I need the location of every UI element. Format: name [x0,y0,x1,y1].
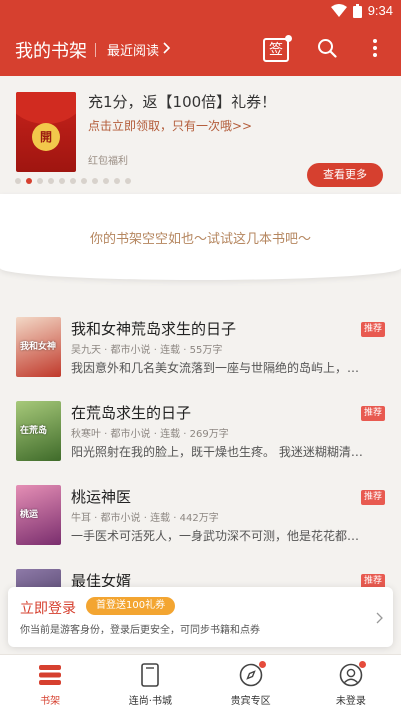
notification-dot [358,661,366,668]
nav-label: 未登录 [335,696,366,707]
chevron-right-icon [376,609,383,628]
search-icon [317,38,337,62]
login-description: 你当前是游客身份，登录后更安全，可同步书籍和点券 [20,625,260,636]
carousel-dot [103,178,109,184]
bookshelf-icon [37,662,63,688]
nav-bookshelf[interactable]: 书架 [0,655,100,710]
nav-bookstore[interactable]: 连尚·书城 [100,655,200,710]
more-menu-button[interactable] [361,36,389,64]
notification-dot [258,661,266,668]
book-description: 一手医术可活死人，一身武功深不可测，他是花花都… [71,529,360,543]
bottom-navigation: 书架 连尚·书城 贵宾专区 未登录 [0,654,401,710]
page-title: 我的书架 [15,41,87,62]
book-cover: 桃运 [16,485,61,545]
bookstore-icon [137,662,163,688]
app-bar: 我的书架 最近阅读 签 [0,24,401,76]
empty-shelf-message: 你的书架空空如也～试试这几本书吧～ [89,232,311,247]
book-cover: 我和女神 [16,317,61,377]
banner-tag: 红包福利 [88,156,128,167]
carousel-dot [70,178,76,184]
carousel-dot [15,178,21,184]
carousel-dot [114,178,120,184]
checkin-label: 签 [269,42,283,58]
carousel-dot [37,178,43,184]
book-item[interactable]: 在荒岛 在荒岛求生的日子 秋寒叶 · 都市小说 · 连载 · 269万字 阳光照… [0,401,401,483]
recommend-badge: 推荐 [361,490,385,505]
status-time: 9:34 [367,3,393,18]
recommend-badge: 推荐 [361,322,385,337]
envelope-seal: 開 [32,123,60,151]
cover-title: 桃运 [20,510,39,520]
carousel-dot [48,178,54,184]
notification-dot [285,35,292,42]
book-cover: 在荒岛 [16,401,61,461]
login-prompt[interactable]: 立即登录 首登送100礼券 你当前是游客身份，登录后更安全，可同步书籍和点券 [8,587,393,647]
book-description: 我因意外和几名美女流落到一座与世隔绝的岛屿上，… [71,361,360,375]
recent-read-label: 最近阅读 [107,44,160,59]
book-title: 在荒岛求生的日子 [71,404,192,422]
carousel-dot [92,178,98,184]
carousel-dot [59,178,65,184]
carousel-dot [81,178,87,184]
empty-shelf-card: 你的书架空空如也～试试这几本书吧～ [0,194,401,280]
book-meta: 吴九天 · 都市小说 · 连载 · 55万字 [71,345,223,356]
login-title: 立即登录 [20,601,76,617]
recent-read-link[interactable]: 最近阅读 [107,40,171,59]
book-meta: 秋寒叶 · 都市小说 · 连载 · 269万字 [71,429,229,440]
banner-subtitle[interactable]: 点击立即领取，只有一次哦>> [88,117,252,134]
book-description: 阳光照射在我的脸上，既干燥也生疼。 我迷迷糊糊清… [71,445,363,459]
book-title: 桃运神医 [71,488,132,506]
status-right: 9:34 [330,3,393,18]
battery-icon [352,3,362,18]
carousel-dot [26,178,32,184]
search-button[interactable] [313,36,341,64]
nav-label: 书架 [40,696,61,707]
carousel-indicator [15,178,131,184]
cover-title: 我和女神 [20,342,57,352]
red-envelope-image: 開 [16,92,76,172]
more-vert-icon [372,38,378,62]
nav-profile[interactable]: 未登录 [301,655,401,710]
user-icon [338,661,366,688]
book-item[interactable]: 桃运 桃运神医 牛耳 · 都市小说 · 连载 · 442万字 一手医术可活死人，… [0,485,401,567]
envelope-flap [16,92,76,124]
nav-label: 贵宾专区 [230,696,271,707]
carousel-dot [125,178,131,184]
see-more-button[interactable]: 查看更多 [307,163,383,187]
wifi-icon [330,4,347,17]
checkin-icon: 签 [263,35,292,62]
book-meta: 牛耳 · 都市小说 · 连载 · 442万字 [71,513,219,524]
book-title: 我和女神荒岛求生的日子 [71,320,237,338]
title-divider [95,43,96,57]
status-bar: 9:34 [0,0,401,24]
nav-vip-zone[interactable]: 贵宾专区 [201,655,301,710]
checkin-button[interactable]: 签 [262,35,292,64]
promo-banner[interactable]: 開 充1分，返【100倍】礼券！ 点击立即领取，只有一次哦>> 红包福利 查看更… [0,76,401,194]
compass-icon [238,661,266,688]
cover-title: 在荒岛 [20,426,48,436]
recommend-badge: 推荐 [361,406,385,421]
first-login-gift-pill: 首登送100礼券 [86,597,176,615]
nav-label: 连尚·书城 [128,696,172,707]
book-item[interactable]: 我和女神 我和女神荒岛求生的日子 吴九天 · 都市小说 · 连载 · 55万字 … [0,317,401,399]
banner-title: 充1分，返【100倍】礼券！ [88,93,277,111]
chevron-right-icon [163,41,171,58]
